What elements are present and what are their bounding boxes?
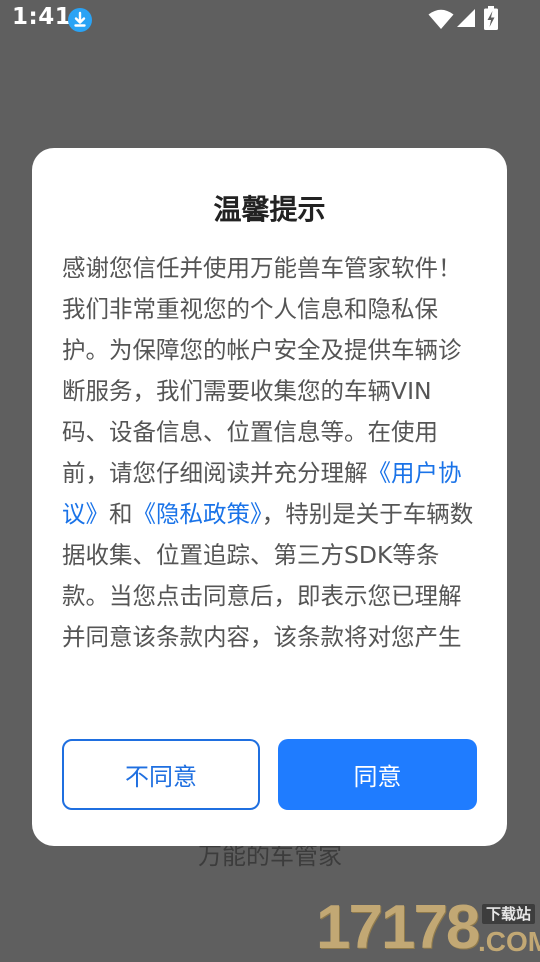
wifi-icon — [428, 9, 454, 29]
privacy-dialog: 温馨提示 感谢您信任并使用万能兽车管家软件！我们非常重视您的个人信息和隐私保护。… — [32, 148, 507, 846]
dialog-body-intro: 感谢您信任并使用万能兽车管家软件！我们非常重视您的个人信息和隐私保护。为保障您的… — [62, 254, 462, 487]
watermark-tag: 下载站 — [482, 904, 536, 924]
watermark-digits: 17178 — [316, 893, 480, 962]
dialog-body-and: 和 — [109, 500, 133, 528]
agree-button[interactable]: 同意 — [278, 739, 477, 810]
status-time: 1:41 — [12, 4, 72, 30]
watermark: 17178 下载站 .COM — [316, 896, 540, 960]
battery-charging-icon — [484, 6, 498, 30]
disagree-button[interactable]: 不同意 — [62, 739, 260, 810]
watermark-domain: .COM — [478, 926, 540, 957]
dialog-title: 温馨提示 — [213, 193, 326, 226]
dialog-body: 感谢您信任并使用万能兽车管家软件！我们非常重视您的个人信息和隐私保护。为保障您的… — [62, 248, 477, 696]
status-bar: 1:41 — [0, 0, 540, 38]
privacy-policy-link[interactable]: 《隐私政策》 — [133, 500, 262, 528]
download-icon — [68, 8, 92, 32]
signal-icon — [457, 9, 475, 27]
